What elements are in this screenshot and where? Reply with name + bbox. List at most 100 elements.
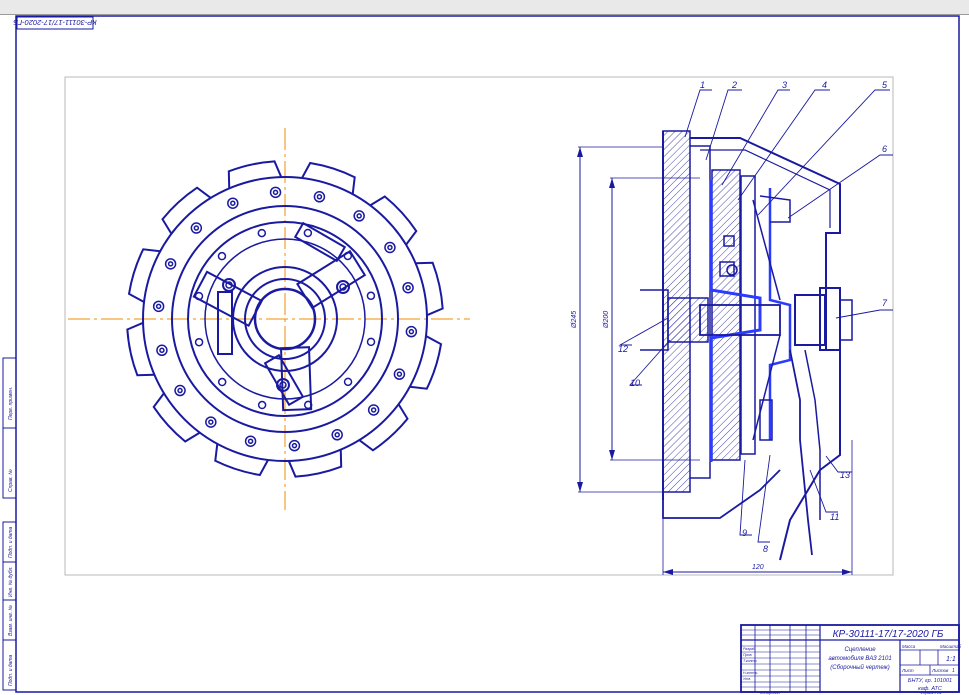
bolt-hole bbox=[272, 189, 279, 196]
title-sheets-count: 1 bbox=[952, 668, 955, 674]
bolt-hole bbox=[167, 261, 174, 267]
title-role-3: Н.контр. bbox=[743, 671, 758, 675]
bolt-hole bbox=[174, 384, 186, 397]
bolt-hole bbox=[402, 281, 414, 294]
title-sheet-label: Лист bbox=[901, 668, 914, 673]
bolt-hole bbox=[316, 194, 323, 200]
bolt-hole bbox=[393, 368, 406, 380]
bolt-hole bbox=[193, 225, 200, 231]
rivet-hole bbox=[366, 337, 376, 347]
callout-7: 7 bbox=[882, 298, 888, 308]
title-sheets-label: Листов bbox=[931, 668, 949, 673]
bolt-hole bbox=[230, 200, 236, 206]
rivet-hole bbox=[257, 400, 267, 410]
rim-lug bbox=[358, 403, 409, 452]
callout-9: 9 bbox=[742, 528, 747, 538]
rim-lug bbox=[287, 449, 343, 478]
title-name-2: автомобиля ВАЗ 2101 bbox=[828, 656, 891, 662]
bolt-hole bbox=[288, 439, 301, 452]
callout-12: 12 bbox=[618, 344, 628, 354]
rim-lug bbox=[415, 261, 444, 317]
title-role-0: Разраб. bbox=[743, 647, 756, 651]
bolt-hole bbox=[190, 222, 203, 234]
bolt-hole bbox=[313, 191, 326, 203]
side-label-0: Перв. примен. bbox=[8, 387, 14, 420]
callout-5: 5 bbox=[882, 80, 888, 90]
callout-8: 8 bbox=[763, 544, 768, 554]
callout-2: 2 bbox=[731, 80, 737, 90]
bolt-hole bbox=[408, 328, 415, 335]
bolt-hole bbox=[384, 241, 396, 254]
title-name-1: Сцепление bbox=[844, 647, 876, 653]
bolt-hole bbox=[356, 213, 362, 219]
bolt-hole bbox=[244, 435, 257, 447]
dim-width-text: 120 bbox=[752, 564, 764, 571]
rim-lug bbox=[227, 160, 283, 189]
side-label-1: Справ. № bbox=[8, 469, 14, 492]
release-levers bbox=[192, 221, 367, 412]
bolt-hole bbox=[396, 371, 403, 377]
bolt-hole bbox=[269, 186, 282, 199]
side-label-3: Инв. № дубл. bbox=[8, 566, 14, 597]
rivet-hole bbox=[217, 377, 227, 387]
rivet-hole bbox=[257, 228, 267, 238]
rim-lug bbox=[152, 392, 201, 443]
release-fork bbox=[789, 349, 813, 556]
dim-inner-text: Ø200 bbox=[603, 311, 610, 329]
bolt-hole bbox=[405, 325, 418, 338]
bolt-hole bbox=[227, 197, 239, 209]
rivet-hole bbox=[366, 291, 376, 301]
bolt-hole bbox=[156, 344, 168, 357]
bolt-hole bbox=[247, 438, 254, 444]
callout-13: 13 bbox=[840, 470, 850, 480]
title-scale-value: 1:1 bbox=[946, 656, 956, 663]
bolt-hole bbox=[370, 407, 377, 413]
bolt-hole bbox=[164, 258, 177, 270]
bolt-hole bbox=[152, 300, 165, 313]
bolt-hole bbox=[205, 416, 217, 428]
callout-4: 4 bbox=[822, 80, 827, 90]
bolt-hole bbox=[331, 429, 343, 441]
section-view bbox=[577, 89, 893, 575]
title-scale-label: Масштаб bbox=[940, 644, 961, 649]
rim-lug bbox=[369, 195, 418, 246]
bolt-hole bbox=[353, 210, 365, 222]
title-format-label: Формат A1 bbox=[920, 690, 942, 695]
callout-1: 1 bbox=[700, 80, 705, 90]
bolt-hole bbox=[177, 387, 183, 394]
rivet-hole bbox=[343, 377, 353, 387]
bolt-hole bbox=[367, 404, 380, 416]
title-name-3: (Сборочный чертеж) bbox=[830, 664, 889, 671]
title-role-1: Пров. bbox=[743, 653, 752, 657]
bolt-hole bbox=[155, 303, 162, 310]
rivet-hole bbox=[303, 228, 313, 238]
bolt-hole bbox=[405, 284, 411, 291]
bolt-hole bbox=[334, 432, 340, 438]
side-margin-block: Перв. примен. Справ. № Подп. и дата Инв.… bbox=[2, 357, 17, 691]
callout-11: 11 bbox=[830, 512, 839, 522]
title-role-2: Т.контр. bbox=[743, 659, 758, 663]
bolt-hole bbox=[208, 419, 214, 425]
rivet-hole bbox=[194, 337, 204, 347]
title-copied-label: Копировал bbox=[760, 690, 781, 695]
rim-lug bbox=[161, 186, 212, 235]
callout-6: 6 bbox=[882, 144, 887, 154]
sheet-frame bbox=[15, 15, 960, 693]
side-label-5: Подп. и дата bbox=[8, 654, 14, 686]
bolt-hole bbox=[387, 244, 393, 251]
title-mass-label: Масса bbox=[902, 644, 916, 649]
dim-outer-text: Ø245 bbox=[571, 311, 578, 329]
callout-10: 10 bbox=[630, 378, 640, 388]
title-org-1: БНТУ, гр. 101001 bbox=[908, 678, 952, 684]
rivet-hole bbox=[217, 251, 227, 261]
front-view bbox=[68, 128, 470, 510]
side-label-4: Взам. инв. № bbox=[8, 604, 14, 636]
rim-lug bbox=[126, 321, 155, 377]
side-label-2: Подп. и дата bbox=[8, 526, 14, 558]
pressure-plate-section bbox=[711, 169, 741, 461]
title-role-4: Утв. bbox=[743, 677, 751, 681]
bolt-hole bbox=[291, 442, 298, 449]
corner-stamp-text: КР-30111-17/17-2020-ГБ bbox=[13, 18, 97, 27]
callout-3: 3 bbox=[782, 80, 787, 90]
title-designation: КР-30111-17/17-2020 ГБ bbox=[833, 629, 944, 640]
